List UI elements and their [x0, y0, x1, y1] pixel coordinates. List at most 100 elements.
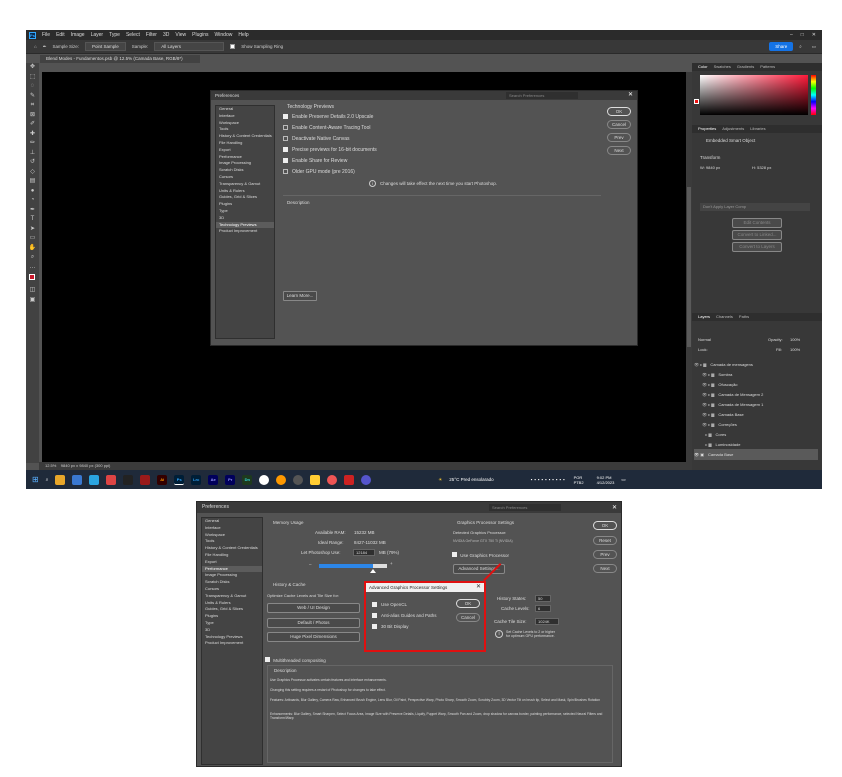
- chrome-icon[interactable]: [106, 474, 117, 485]
- layer-row[interactable]: 👁 ▸ ▆ Camada Base: [694, 409, 818, 419]
- memory-amount-input[interactable]: 12184: [353, 549, 375, 556]
- tab-patterns[interactable]: Patterns: [760, 63, 775, 71]
- healing-icon[interactable]: ✚: [26, 130, 39, 140]
- crop-icon[interactable]: ⌗: [26, 101, 39, 111]
- minimize-icon[interactable]: –: [790, 32, 793, 38]
- aftereffects-icon[interactable]: Ae: [208, 474, 219, 485]
- dodge-icon[interactable]: ◔: [26, 196, 39, 206]
- sidebar-item[interactable]: Type: [216, 208, 274, 215]
- next-button[interactable]: Next: [607, 146, 631, 155]
- search-preferences-input[interactable]: Search Preferences: [489, 504, 561, 511]
- close-icon[interactable]: ✕: [628, 91, 633, 100]
- share-button[interactable]: Share: [769, 42, 794, 51]
- search-icon[interactable]: ⌕: [799, 44, 806, 49]
- convert-to-linked-button[interactable]: Convert to Linked...: [732, 230, 782, 240]
- use-gpu-checkbox[interactable]: [452, 552, 457, 557]
- zoom-level[interactable]: 12.5%: [45, 463, 56, 468]
- layer-row-selected[interactable]: 👁 ▣ Camada Base: [694, 449, 818, 460]
- sidebar-item[interactable]: File Handling: [202, 552, 262, 559]
- huge-pixel-dimensions-button[interactable]: Huge Pixel Dimensions: [267, 632, 360, 642]
- menu-type[interactable]: Type: [109, 32, 120, 38]
- sidebar-item[interactable]: Guides, Grid & Slices: [202, 606, 262, 613]
- sidebar-item[interactable]: File Handling: [216, 140, 274, 147]
- layer-row[interactable]: 👁 ▸ ▆ Camada de Mensagem 2: [694, 389, 818, 399]
- close-icon[interactable]: ✕: [476, 583, 481, 592]
- sidebar-item[interactable]: Transparency & Gamut: [216, 181, 274, 188]
- sidebar-item[interactable]: Units & Rulers: [202, 600, 262, 607]
- menu-view[interactable]: View: [175, 32, 186, 38]
- sidebar-item[interactable]: Export: [216, 147, 274, 154]
- path-select-icon[interactable]: ➤: [26, 225, 39, 235]
- sidebar-item[interactable]: Plugins: [216, 201, 274, 208]
- sidebar-item[interactable]: 3D: [202, 627, 262, 634]
- layer-row[interactable]: 👁 ▸ ▆ Correções: [694, 419, 818, 429]
- fg-bg-color-swatch[interactable]: [26, 272, 39, 286]
- opacity-value[interactable]: 100%: [790, 337, 800, 342]
- sidebar-item[interactable]: Scratch Disks: [216, 167, 274, 174]
- quick-mask-icon[interactable]: ◫: [26, 286, 39, 296]
- windows-start-icon[interactable]: ⊞: [32, 475, 39, 484]
- sidebar-item[interactable]: Units & Rulers: [216, 188, 274, 195]
- weather-text[interactable]: 25°C Pred ensolarado: [449, 477, 493, 482]
- hue-slider[interactable]: [811, 75, 816, 115]
- anti-alias-checkbox[interactable]: [372, 613, 377, 618]
- option-checkbox[interactable]: [283, 169, 288, 174]
- search-icon[interactable]: ⌕: [46, 477, 49, 482]
- menu-image[interactable]: Image: [71, 32, 85, 38]
- multithreaded-checkbox[interactable]: [265, 657, 270, 662]
- history-states-input[interactable]: 50: [535, 595, 551, 602]
- cancel-button[interactable]: Cancel: [607, 120, 631, 129]
- prev-button[interactable]: Prev: [593, 550, 617, 559]
- language-indicator[interactable]: POR PTB2: [574, 475, 590, 485]
- clock[interactable]: 9:02 PM 4/12/2023: [597, 475, 615, 485]
- menu-file[interactable]: File: [42, 32, 50, 38]
- sidebar-item[interactable]: Cursors: [216, 174, 274, 181]
- illustrator-icon[interactable]: Ai: [157, 474, 168, 485]
- anti-alias-option[interactable]: Anti-alias Guides and Paths: [372, 610, 437, 621]
- layer-row[interactable]: 👁 ▸ ▆ Sombra: [694, 369, 818, 379]
- app4-icon[interactable]: [344, 474, 355, 485]
- use-opencl-option[interactable]: Use OpenCL: [372, 599, 437, 610]
- workspace-icon[interactable]: ▭: [812, 44, 822, 50]
- tab-swatches[interactable]: Swatches: [714, 63, 731, 71]
- dimension-icon[interactable]: Dn: [242, 474, 253, 485]
- layer-row[interactable]: ▸ ▆ Cores: [694, 429, 818, 439]
- history-brush-icon[interactable]: ↺: [26, 158, 39, 168]
- sidebar-item[interactable]: Interface: [202, 525, 262, 532]
- firefox-icon[interactable]: [327, 474, 338, 485]
- foreground-color-chip[interactable]: [694, 99, 699, 104]
- tech-preview-option[interactable]: Precise previews for 16-bit documents: [283, 144, 528, 155]
- sidebar-item[interactable]: 3D: [216, 215, 274, 222]
- gradient-icon[interactable]: ▤: [26, 177, 39, 187]
- pen-icon[interactable]: ✒: [26, 206, 39, 216]
- photoshop-taskbar-icon[interactable]: Ps: [174, 474, 185, 485]
- sidebar-item[interactable]: Interface: [216, 113, 274, 120]
- tab-channels[interactable]: Channels: [716, 313, 733, 321]
- cache-levels-input[interactable]: 6: [535, 605, 551, 612]
- sidebar-item[interactable]: Transparency & Gamut: [202, 593, 262, 600]
- default-photos-button[interactable]: Default / Photos: [267, 618, 360, 628]
- sidebar-item[interactable]: Tools: [202, 538, 262, 545]
- maximize-icon[interactable]: □: [801, 32, 804, 38]
- notes-icon[interactable]: [310, 474, 321, 485]
- weather-icon[interactable]: ☀: [438, 477, 442, 483]
- sidebar-item[interactable]: History & Content Credentials: [216, 133, 274, 140]
- sidebar-item[interactable]: Export: [202, 559, 262, 566]
- ok-button[interactable]: OK: [456, 599, 480, 608]
- tab-adjustments[interactable]: Adjustments: [722, 125, 744, 133]
- reset-button[interactable]: Reset: [593, 536, 617, 545]
- screen-mode-icon[interactable]: ▣: [26, 296, 39, 306]
- sample-select[interactable]: All Layers: [154, 42, 225, 51]
- layer-comps-select[interactable]: Don't Apply Layer Comp: [700, 203, 810, 211]
- home-icon[interactable]: ⌂: [34, 44, 37, 49]
- blend-mode-select[interactable]: Normal: [698, 337, 711, 342]
- menu-help[interactable]: Help: [238, 32, 248, 38]
- color-picker-field[interactable]: [700, 75, 808, 115]
- sidebar-item[interactable]: Image Processing: [216, 160, 274, 167]
- menu-filter[interactable]: Filter: [146, 32, 157, 38]
- tech-preview-option[interactable]: Enable Share for Review: [283, 155, 528, 166]
- ok-button[interactable]: OK: [607, 107, 631, 116]
- frame-icon[interactable]: ⊠: [26, 111, 39, 121]
- marquee-icon[interactable]: ⬚: [26, 73, 39, 83]
- layer-row[interactable]: 👁 ▸ ▆ Camada de mensagens: [694, 359, 818, 369]
